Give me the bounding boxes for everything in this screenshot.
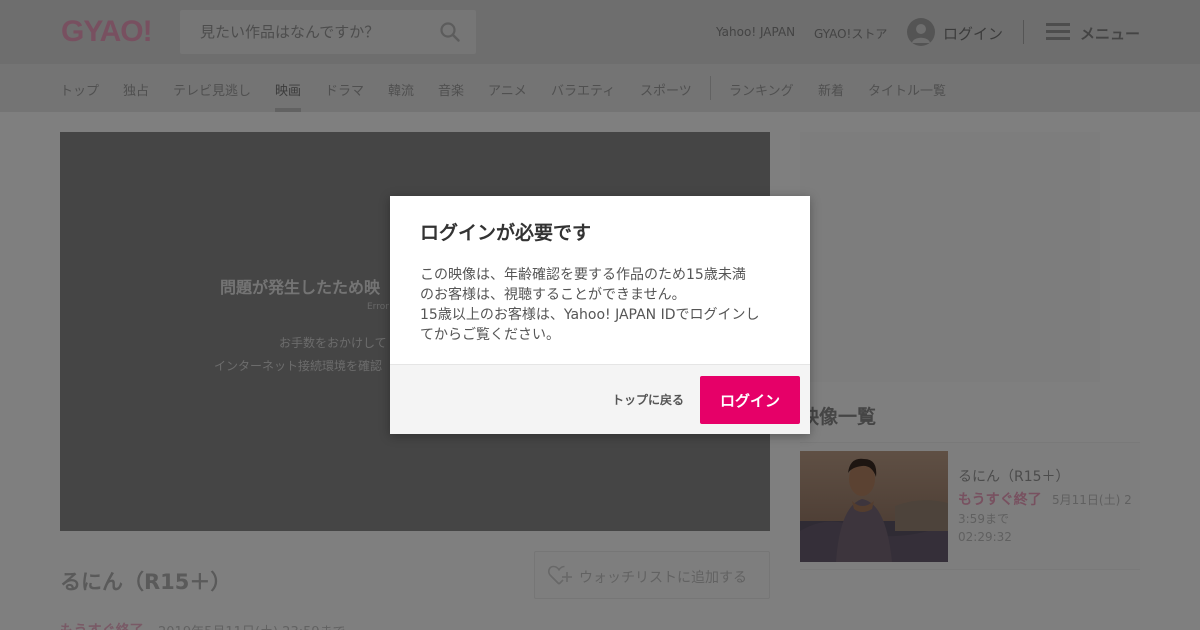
dialog-message-line: てからご覧ください。 xyxy=(420,327,560,343)
dialog-message: この映像は、年齢確認を要する作品のため15歳未満 のお客様は、視聴することができ… xyxy=(420,265,782,345)
dialog-footer: トップに戻る ログイン xyxy=(390,364,810,434)
login-button[interactable]: ログイン xyxy=(700,376,800,424)
login-required-dialog: ログインが必要です この映像は、年齢確認を要する作品のため15歳未満 のお客様は… xyxy=(390,196,810,434)
dialog-message-line: 15歳以上のお客様は、Yahoo! JAPAN IDでログインし xyxy=(420,307,760,323)
back-to-top-link[interactable]: トップに戻る xyxy=(612,391,684,408)
dialog-title: ログインが必要です xyxy=(420,222,592,244)
dialog-message-line: この映像は、年齢確認を要する作品のため15歳未満 xyxy=(420,267,746,283)
dialog-message-line: のお客様は、視聴することができません。 xyxy=(420,287,686,303)
